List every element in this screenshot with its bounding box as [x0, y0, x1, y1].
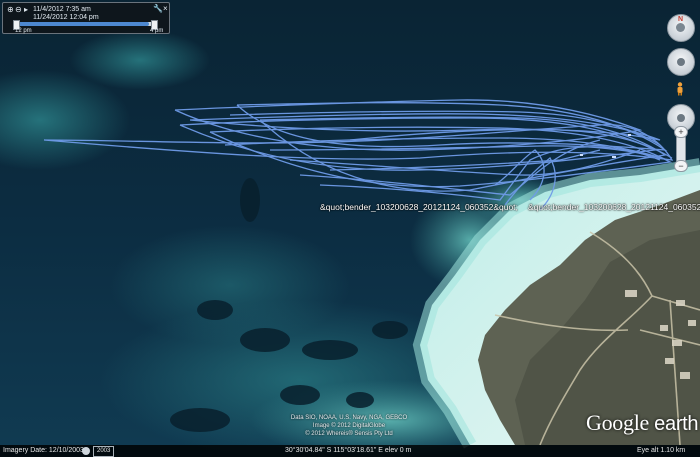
time-label-left: 12 pm [15, 28, 32, 34]
historical-imagery-year[interactable]: 2003 [93, 446, 115, 457]
play-icon[interactable]: ▸ [24, 6, 28, 14]
credit-line: Data SIO, NOAA, U.S. Navy, NGA, GEBCO [290, 415, 408, 421]
wrench-icon[interactable]: 🔧 [153, 5, 163, 13]
credit-line: © 2012 Whereis® Sensis Pty Ltd [305, 431, 393, 437]
compass-icon[interactable]: N [667, 14, 695, 42]
time-range-track[interactable] [15, 22, 155, 26]
end-time: 11/24/2012 12:04 pm [33, 14, 99, 21]
zoom-out-icon[interactable]: ⊖ [15, 6, 22, 14]
track-label[interactable]: &quot;bender_103200628_20121124_060352 [528, 202, 700, 212]
satellite-map[interactable] [0, 0, 700, 457]
zoom-out-button[interactable]: − [674, 160, 688, 172]
logo-earth: earth [654, 413, 699, 435]
imagery-date: Imagery Date: 12/10/2003 [3, 447, 84, 454]
google-earth-logo: Google earth [586, 410, 699, 436]
credit-line: Image © 2012 DigitalGlobe [312, 423, 386, 429]
close-icon[interactable]: × [163, 5, 168, 13]
look-icon[interactable] [667, 48, 695, 76]
time-range-fill [15, 22, 150, 26]
pegman-icon[interactable] [675, 82, 685, 96]
status-bar: Imagery Date: 12/10/2003 2003 30°30'04.8… [0, 445, 700, 457]
track-label[interactable]: &quot;bender_103200628_20121124_060352&q… [320, 202, 518, 212]
clock-icon[interactable] [82, 447, 90, 455]
zoom-in-button[interactable]: + [674, 126, 688, 138]
start-time: 11/4/2012 7:35 am [33, 6, 91, 13]
compass-north-letter: N [678, 16, 684, 23]
look-around-icon [676, 23, 685, 32]
zoom-in-icon[interactable]: ⊕ [7, 6, 14, 14]
imagery-credits: Data SIO, NOAA, U.S. Navy, NGA, GEBCO Im… [289, 414, 409, 438]
look-joystick [677, 58, 685, 66]
eye-altitude: Eye alt 1.10 km [637, 447, 686, 454]
reef-patch [70, 30, 210, 90]
cursor-coordinates: 30°30'04.84" S 115°03'18.61" E elev 0 m [285, 447, 412, 454]
move-joystick [677, 114, 685, 122]
time-slider[interactable]: ⊕ ⊖ ▸ 11/4/2012 7:35 am 11/24/2012 12:04… [2, 2, 170, 34]
logo-google: Google [586, 410, 649, 435]
time-label-right: 4 pm [150, 28, 164, 34]
